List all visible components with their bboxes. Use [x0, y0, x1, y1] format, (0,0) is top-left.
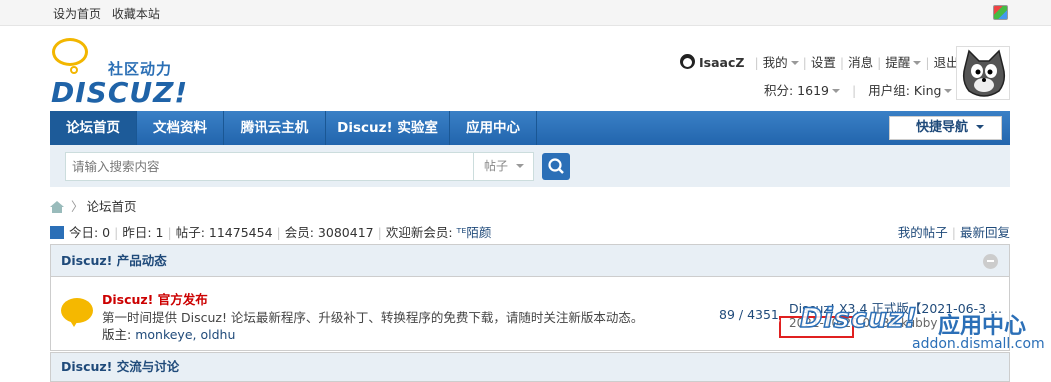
logo-bubble-icon [52, 38, 88, 66]
watermark: Discuz! 应用中心 addon.dismall.com [760, 300, 1050, 360]
forum-name-link[interactable]: Discuz! 官方发布 [102, 289, 208, 308]
main-nav: 论坛首页 文档资料 腾讯云主机 Discuz! 实验室 应用中心 [50, 111, 1010, 145]
usergroup-menu[interactable]: 用户组: King [868, 83, 953, 98]
latest-replies-link[interactable]: 最新回复 [960, 225, 1010, 240]
nav-tencent-cloud[interactable]: 腾讯云主机 [224, 111, 326, 145]
user-menu: IsaacZ | 我的 | 设置 | 消息 | 提醒 | 退出 [680, 52, 959, 71]
logo-brand: DISCUZ! [51, 76, 189, 109]
nav-app-center[interactable]: 应用中心 [450, 111, 537, 145]
search-icon [548, 158, 564, 174]
stats-chart-icon [50, 226, 64, 239]
nav-docs[interactable]: 文档资料 [137, 111, 224, 145]
category-title-2[interactable]: Discuz! 交流与讨论 [61, 359, 179, 374]
qq-icon [680, 54, 695, 69]
top-bar: 设为首页 收藏本站 [0, 0, 1051, 26]
forum-moderators: 版主: monkeye, oldhu [102, 327, 236, 342]
reminders-menu[interactable]: 提醒 [885, 55, 922, 70]
avatar[interactable] [956, 46, 1010, 100]
logout-link[interactable]: 退出 [934, 55, 959, 70]
new-member-link[interactable]: ᵀᴱ陌颜 [457, 225, 492, 240]
home-icon[interactable] [50, 201, 64, 213]
cursor-icon [763, 312, 787, 339]
category-header: Discuz! 产品动态 [50, 244, 1010, 277]
search-input[interactable]: 请输入搜索内容 [65, 152, 474, 181]
set-home-link[interactable]: 设为首页 [53, 7, 101, 21]
search-bar: 请输入搜索内容 帖子 [50, 145, 1010, 187]
forum-bubble-icon [61, 298, 93, 327]
points-menu[interactable]: 积分: 1619 [764, 83, 840, 98]
chevron-down-icon [976, 125, 985, 129]
messages-link[interactable]: 消息 [848, 55, 873, 70]
nav-forum-home[interactable]: 论坛首页 [50, 111, 137, 145]
forum-stats: 今日: 0 | 昨日: 1 | 帖子: 11475454 | 会员: 3080417 | 欢迎新… [50, 222, 1010, 241]
search-type-select[interactable]: 帖子 [473, 152, 534, 181]
my-menu[interactable]: 我的 [763, 55, 799, 70]
breadcrumb-current[interactable]: 论坛首页 [87, 199, 137, 214]
search-button[interactable] [542, 153, 570, 180]
user-info: 积分: 1619 | 用户组: King [764, 80, 953, 99]
quick-nav-button[interactable]: 快捷导航 [889, 116, 1002, 140]
collapse-icon[interactable] [983, 254, 998, 269]
breadcrumb: 〉论坛首页 [50, 196, 137, 215]
category-title[interactable]: Discuz! 产品动态 [61, 253, 167, 268]
nav-lab[interactable]: Discuz! 实验室 [326, 111, 450, 145]
skin-switch-icon[interactable] [993, 5, 1008, 20]
my-posts-link[interactable]: 我的帖子 [898, 225, 948, 240]
bookmark-link[interactable]: 收藏本站 [112, 7, 160, 21]
username-link[interactable]: IsaacZ [699, 55, 744, 70]
settings-link[interactable]: 设置 [811, 55, 836, 70]
site-logo[interactable]: 社区动力 DISCUZ! [50, 36, 190, 109]
cat-avatar-icon [962, 49, 1006, 97]
